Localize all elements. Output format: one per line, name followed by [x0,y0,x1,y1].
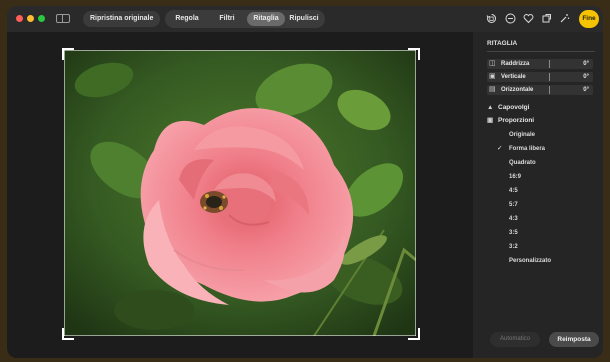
auto-button[interactable]: Automatico [490,332,540,347]
done-button[interactable]: Fine [579,10,599,28]
ratio-freeform[interactable]: Forma libera [509,144,545,154]
straighten-mark [549,60,550,68]
sidebar-toggle-icon[interactable] [56,14,70,23]
minimize-window-button[interactable] [27,15,34,22]
reset-button[interactable]: Reimposta [549,332,599,347]
zoom-window-button[interactable] [38,15,45,22]
horizontal-slider[interactable]: ▤ Orizzontale 0° [487,85,593,95]
tab-adjust[interactable]: Regola [167,12,207,26]
flip-label: Capovolgi [498,104,530,111]
tab-cleanup[interactable]: Ripulisci [285,12,323,26]
rotate-icon[interactable] [486,13,497,24]
crop-edge-left[interactable] [64,50,65,336]
ratio-16-9[interactable]: 16:9 [509,172,521,182]
crop-panel: RITAGLIA ◫ Raddrizza 0° ▣ Verticale 0° ▤… [473,32,603,358]
vertical-label: Verticale [501,74,526,80]
ratio-4-3[interactable]: 4:3 [509,214,518,224]
ratio-original[interactable]: Originale [509,130,535,140]
horizontal-label: Orizzontale [501,87,534,93]
vertical-mark [549,73,550,81]
crop-handle-top-left[interactable] [62,48,74,60]
straighten-value: 0° [583,61,589,67]
tab-filters[interactable]: Filtri [209,12,245,26]
rose-photo[interactable] [64,50,416,336]
ratio-square[interactable]: Quadrato [509,158,536,168]
crop-edge-bottom[interactable] [64,335,416,336]
edit-tabs: Regola Filtri Ritaglia Ripulisci [165,10,325,28]
vertical-icon: ▣ [489,73,496,80]
close-window-button[interactable] [16,15,23,22]
aspect-ratio-label: Proporzioni [498,117,535,124]
heart-icon[interactable] [523,13,534,24]
crop-handle-bottom-right[interactable] [408,328,420,340]
panel-divider [487,51,595,52]
crop-icon[interactable] [541,13,552,24]
flip-button[interactable]: ▲ Capovolgi [487,103,529,113]
ratio-3-5[interactable]: 3:5 [509,228,518,238]
vertical-slider[interactable]: ▣ Verticale 0° [487,72,593,82]
crop-handle-bottom-left[interactable] [62,328,74,340]
crop-handle-top-right[interactable] [408,48,420,60]
checkmark-icon: ✓ [497,145,503,152]
horizontal-mark [549,86,550,94]
ratio-5-7[interactable]: 5:7 [509,200,518,210]
straighten-label: Raddrizza [501,61,530,67]
toolbar: Ripristina originale Regola Filtri Ritag… [7,6,603,32]
photos-window: Ripristina originale Regola Filtri Ritag… [7,6,603,358]
straighten-slider[interactable]: ◫ Raddrizza 0° [487,59,593,69]
aspect-ratio-header[interactable]: ▣ Proporzioni [487,116,534,126]
revert-original-button[interactable]: Ripristina originale [83,11,161,27]
ratio-3-2[interactable]: 3:2 [509,242,518,252]
horizontal-value: 0° [583,87,589,93]
minus-circle-icon[interactable] [505,13,516,24]
ratio-custom[interactable]: Personalizzato [509,256,551,266]
panel-title: RITAGLIA [487,40,518,47]
aspect-ratio-icon: ▣ [487,117,494,124]
straighten-icon: ◫ [489,60,496,67]
crop-edge-right[interactable] [415,50,416,336]
tab-crop[interactable]: Ritaglia [247,12,285,26]
ratio-4-5[interactable]: 4:5 [509,186,518,196]
photo-canvas [7,32,473,358]
vertical-value: 0° [583,74,589,80]
crop-edge-top[interactable] [64,50,416,51]
horizontal-icon: ▤ [489,86,496,93]
flip-icon: ▲ [487,104,494,111]
magic-wand-icon[interactable] [559,13,570,24]
